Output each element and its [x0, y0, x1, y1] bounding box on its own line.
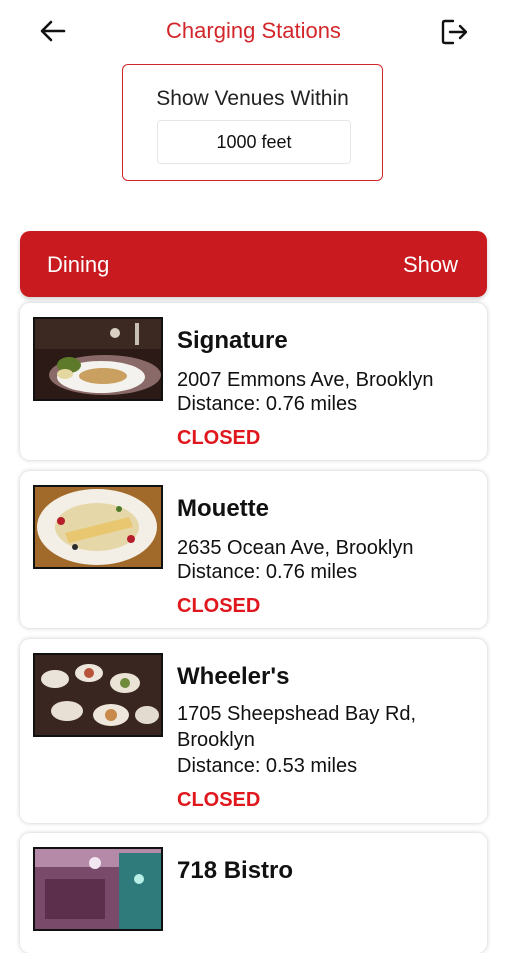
logout-button[interactable] [436, 14, 472, 50]
venue-photo [33, 317, 163, 401]
distance-filter-label: Show Venues Within [156, 87, 349, 110]
venue-name: 718 Bistro [177, 857, 294, 884]
venue-name: Signature [177, 327, 288, 354]
venue-name: Wheeler's [177, 663, 290, 690]
venue-name: Mouette [177, 495, 269, 522]
venue-distance: Distance: 0.53 miles [177, 755, 358, 777]
venue-card[interactable]: Wheeler's 1705 Sheepshead Bay Rd, Brookl… [20, 639, 487, 823]
category-dining-bar[interactable]: Dining Show [20, 231, 487, 297]
app-header: Charging Stations [0, 0, 507, 64]
page-title: Charging Stations [166, 18, 341, 43]
venue-distance: Distance: 0.76 miles [177, 561, 358, 583]
venue-status-badge: CLOSED [177, 789, 261, 811]
show-button[interactable]: Show [403, 252, 458, 278]
venue-card[interactable]: Signature 2007 Emmons Ave, Brooklyn Dist… [20, 303, 487, 460]
venue-card[interactable]: Mouette 2635 Ocean Ave, Brooklyn Distanc… [20, 471, 487, 628]
logout-icon [441, 19, 468, 45]
venue-status-badge: CLOSED [177, 595, 261, 617]
distance-select[interactable]: 1000 feet [157, 120, 351, 164]
venue-address: 2007 Emmons Ave, Brooklyn [177, 369, 434, 391]
venue-photo [33, 847, 163, 931]
venue-address: 2635 Ocean Ave, Brooklyn [177, 537, 414, 559]
venue-distance: Distance: 0.76 miles [177, 393, 358, 415]
venue-address: 1705 Sheepshead Bay Rd, Brooklyn [177, 703, 417, 751]
venue-status-badge: CLOSED [177, 427, 261, 449]
venue-photo [33, 485, 163, 569]
distance-filter: Show Venues Within 1000 feet [122, 64, 383, 181]
venue-card[interactable]: 718 Bistro [20, 833, 487, 953]
category-name: Dining [47, 252, 110, 277]
venue-photo [33, 653, 163, 737]
